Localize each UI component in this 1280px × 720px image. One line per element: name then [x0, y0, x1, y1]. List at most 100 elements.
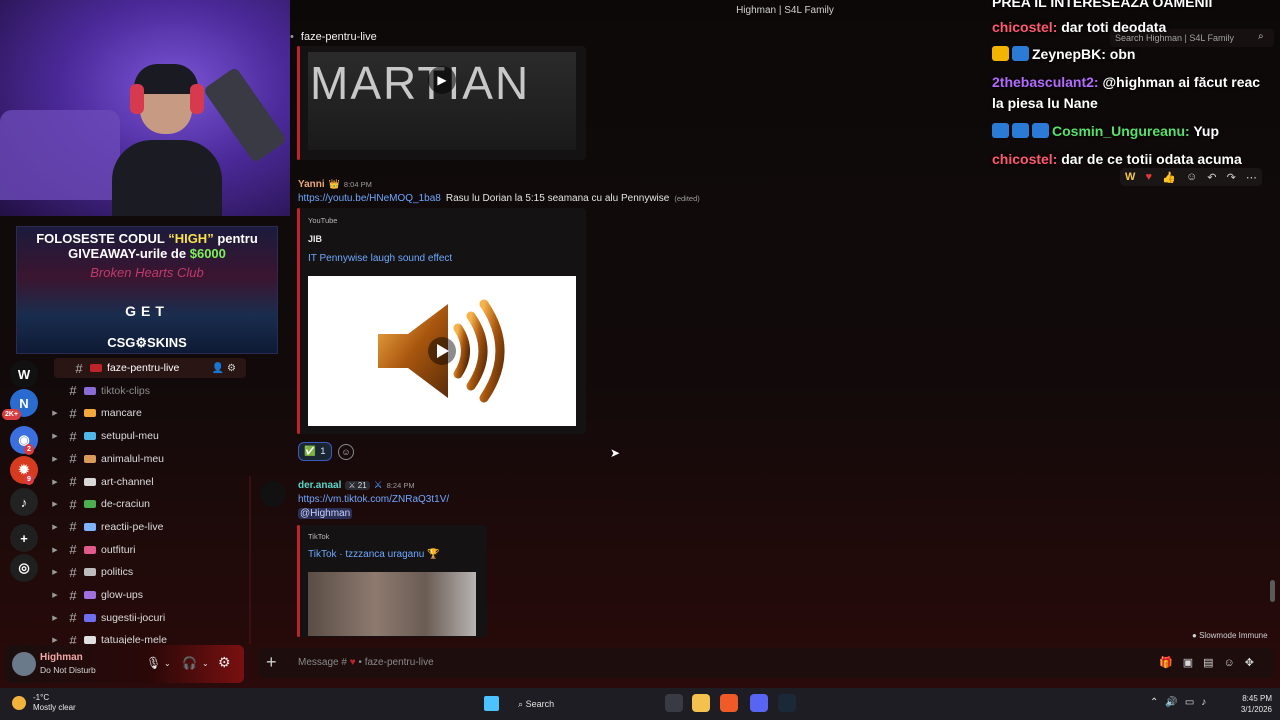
forward-icon[interactable]: ↷	[1227, 171, 1236, 184]
speaker-icon[interactable]: ♪	[1201, 697, 1213, 708]
reply-icon[interactable]: ↶	[1207, 171, 1216, 184]
start-windows-icon[interactable]	[484, 696, 499, 711]
volume-icon[interactable]: 🔊	[1165, 697, 1184, 708]
network-icon[interactable]: ▭	[1185, 697, 1201, 708]
channel-item[interactable]: ▶ # outfituri	[48, 540, 248, 560]
channel-expand-icon[interactable]: ▶	[48, 614, 62, 622]
play-icon[interactable]: ▶	[428, 66, 456, 94]
channel-expand-icon[interactable]: ▶	[48, 500, 62, 508]
sticker-icon[interactable]: ▤	[1203, 657, 1223, 669]
mic-options-chevron-icon[interactable]: ⌄	[164, 659, 171, 668]
channel-item[interactable]: # faze-pentru-live 👤 ⚙	[54, 358, 246, 378]
user-avatar[interactable]	[12, 652, 36, 676]
channel-expand-icon[interactable]: ▶	[48, 636, 62, 644]
channel-item[interactable]: ▶ # tatuajele-mele	[48, 630, 248, 644]
weather-icon[interactable]	[12, 696, 26, 710]
channel-item[interactable]: ▶ # reactii-pe-live	[48, 517, 248, 537]
channel-settings-gear-icon[interactable]: ⚙	[227, 363, 236, 374]
channel-emoji-icon	[84, 454, 96, 463]
chat-username: chicostel:	[992, 19, 1058, 35]
thumbs-up-icon[interactable]: 👍	[1162, 171, 1176, 184]
w-icon[interactable]: W	[10, 360, 38, 388]
invite-icon[interactable]: 👤	[212, 363, 224, 374]
channel-expand-icon[interactable]: ▶	[48, 455, 62, 463]
app-window: Highman | S4L Family FOLOSESTE CODUL “HI…	[0, 0, 1280, 688]
server-music-icon[interactable]: ♪	[10, 488, 38, 516]
channel-item[interactable]: ▶ # sugestii-jocuri	[48, 608, 248, 628]
system-tray[interactable]: ⌃🔊▭♪	[1150, 697, 1213, 708]
brave-browser-icon[interactable]	[720, 694, 738, 712]
embed-title[interactable]: TikTok · tzzzanca uraganu 🏆	[308, 549, 440, 560]
channel-expand-icon[interactable]: ▶	[48, 591, 62, 599]
mic-icon[interactable]: 🎙	[146, 656, 161, 670]
channel-hash-icon: #	[69, 564, 77, 580]
chat-badge-icon	[992, 123, 1009, 138]
weather-temp: -1°C	[33, 693, 50, 702]
channel-item[interactable]: ▶ # politics	[48, 562, 248, 582]
weather-widget[interactable]: -1°C Mostly clear	[33, 693, 76, 713]
clock-date: 3/1/2026	[1240, 705, 1272, 714]
channel-expand-icon[interactable]: ▶	[48, 568, 62, 576]
channel-expand-icon[interactable]: ▶	[48, 478, 62, 486]
video-thumbnail[interactable]	[308, 276, 576, 426]
gift-icon[interactable]: 🎁	[1159, 657, 1183, 669]
discover-icon[interactable]: ◎	[10, 554, 38, 582]
sponsor-overlay: FOLOSESTE CODUL “HIGH” pentru GIVEAWAY-u…	[16, 226, 278, 354]
user-mention[interactable]: @Highman	[298, 508, 353, 519]
author-avatar[interactable]	[260, 481, 286, 507]
gif-icon[interactable]: ▣	[1183, 657, 1203, 669]
headphones-icon[interactable]: 🎧	[182, 656, 197, 670]
channel-actions[interactable]: 👤 ⚙	[212, 363, 236, 374]
add-reaction-icon[interactable]: ☺	[1186, 171, 1197, 183]
channel-item[interactable]: ▶ # de-craciun	[48, 494, 248, 514]
message-link[interactable]: https://youtu.be/HNeMOQ_1ba8	[298, 193, 441, 204]
more-icon[interactable]: ⋯	[1246, 171, 1257, 184]
user-name[interactable]: Highman	[40, 652, 83, 663]
task-view-icon[interactable]	[665, 694, 683, 712]
channel-item[interactable]: ▶ # animalul-meu	[48, 449, 248, 469]
emoji-icon[interactable]: ☺	[1224, 657, 1245, 669]
attach-plus-icon[interactable]: +	[266, 652, 277, 673]
channel-expand-icon[interactable]: ▶	[48, 409, 62, 417]
user-panel: Highman Do Not Disturb 🎙 ⌄ 🎧 ⌄ ⚙	[6, 645, 244, 683]
scrollbar-thumb[interactable]	[1270, 580, 1275, 602]
reaction-check[interactable]: ✅ 1	[298, 442, 332, 461]
message-link[interactable]: https://vm.tiktok.com/ZNRaQ3t1V/	[298, 494, 449, 505]
add-server-icon[interactable]: +	[10, 524, 38, 552]
tray-chevron-icon[interactable]: ⌃	[1150, 697, 1165, 708]
composer-placeholder[interactable]: Message # ♥ • faze-pentru-live	[298, 657, 434, 668]
steam-icon[interactable]	[778, 694, 796, 712]
channel-item[interactable]: ▶ # art-channel	[48, 472, 248, 492]
message-composer[interactable]: + Message # ♥ • faze-pentru-live 🎁▣▤☺✥	[258, 648, 1274, 678]
taskbar-clock[interactable]: 8:45 PM 3/1/2026	[1228, 693, 1272, 715]
channel-expand-icon[interactable]: ▶	[48, 432, 62, 440]
apps-icon[interactable]: ✥	[1245, 657, 1264, 669]
discord-icon[interactable]	[750, 694, 768, 712]
channel-expand-icon[interactable]: ▶	[48, 546, 62, 554]
headphones-options-chevron-icon[interactable]: ⌄	[202, 659, 209, 668]
channel-emoji-icon	[84, 613, 96, 622]
channel-emoji-icon	[84, 522, 96, 531]
headset-right	[190, 84, 204, 114]
settings-gear-icon[interactable]: ⚙	[218, 654, 231, 671]
channel-item[interactable]: # tiktok-clips	[48, 381, 248, 401]
add-reaction-icon[interactable]: ☺	[338, 444, 354, 460]
message-author[interactable]: der.anaal	[298, 480, 341, 491]
heart-reaction-icon[interactable]: ♥	[1146, 171, 1153, 183]
w-reaction-icon[interactable]: W	[1125, 171, 1135, 183]
message-hover-toolbar: W ♥ 👍 ☺ ↶ ↷ ⋯	[1120, 168, 1262, 186]
taskbar-search[interactable]: ⌕ Search	[510, 694, 660, 714]
channel-expand-icon[interactable]: ▶	[48, 523, 62, 531]
channel-item[interactable]: ▶ # setupul-meu	[48, 426, 248, 446]
channel-hash-icon: #	[69, 542, 77, 558]
file-explorer-icon[interactable]	[692, 694, 710, 712]
slowmode-icon: ●	[1192, 631, 1197, 640]
embed-title[interactable]: IT Pennywise laugh sound effect	[308, 253, 452, 264]
tiktok-thumbnail[interactable]	[308, 572, 476, 636]
message-author[interactable]: Yanni	[298, 179, 325, 190]
channel-item[interactable]: ▶ # mancare	[48, 403, 248, 423]
chat-message: PREA IL INTERESEAZA OAMENII	[992, 0, 1272, 13]
embed-author[interactable]: JIB	[308, 234, 322, 244]
martian-video-thumbnail[interactable]: MARTIAN ▶	[308, 52, 576, 150]
channel-item[interactable]: ▶ # glow-ups	[48, 585, 248, 605]
